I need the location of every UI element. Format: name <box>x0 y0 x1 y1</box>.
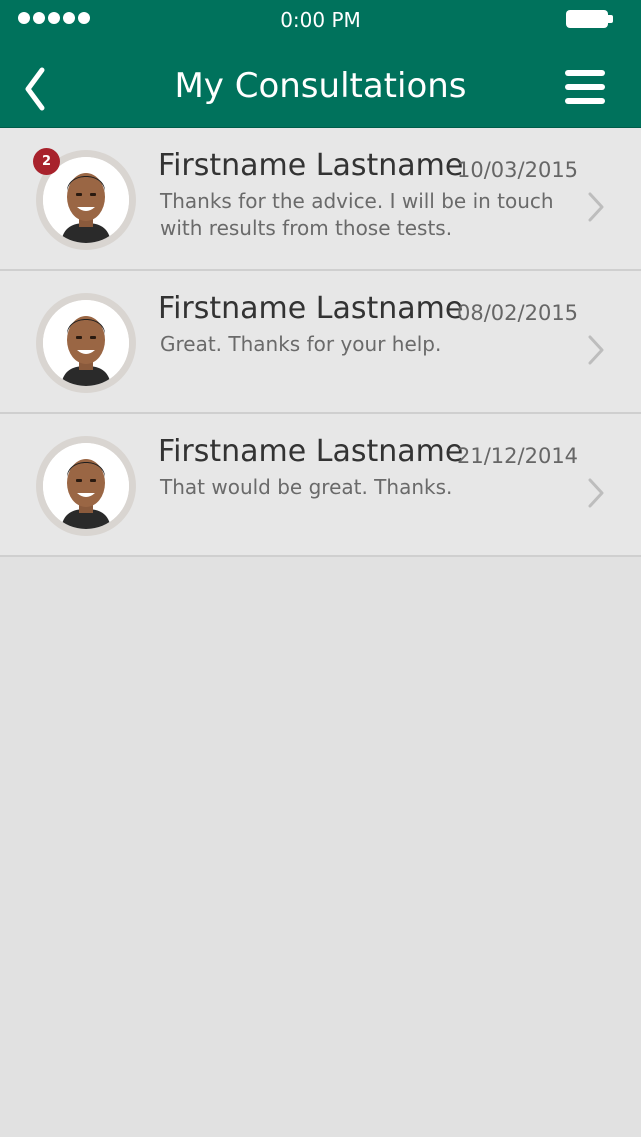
app-header: 0:00 PM My Consultations <box>0 0 641 128</box>
menu-button[interactable] <box>562 68 608 108</box>
contact-name: Firstname Lastname <box>158 291 464 326</box>
consultation-date: 08/02/2015 <box>457 301 579 325</box>
page-title: My Consultations <box>174 66 467 106</box>
battery-icon <box>566 10 613 28</box>
message-preview: Great. Thanks for your help. <box>160 332 442 356</box>
contact-name: Firstname Lastname <box>158 434 464 469</box>
consultations-screen: 0:00 PM My Consultations 2 Firstname Las… <box>0 0 641 1137</box>
chevron-right-icon <box>588 192 604 222</box>
message-preview: Thanks for the advice. I will be in touc… <box>160 189 554 240</box>
doctor-photo-icon <box>43 443 129 529</box>
consultation-row[interactable]: 2 Firstname Lastname 10/03/2015 Thanks f… <box>0 128 641 271</box>
consultation-list: 2 Firstname Lastname 10/03/2015 Thanks f… <box>0 128 641 557</box>
consultation-row[interactable]: Firstname Lastname 21/12/2014 That would… <box>0 414 641 557</box>
message-preview: That would be great. Thanks. <box>160 475 453 499</box>
consultation-date: 21/12/2014 <box>457 444 579 468</box>
chevron-right-icon <box>588 478 604 508</box>
status-time: 0:00 PM <box>280 8 361 32</box>
contact-name: Firstname Lastname <box>158 148 464 183</box>
consultation-row[interactable]: Firstname Lastname 08/02/2015 Great. Tha… <box>0 271 641 414</box>
avatar <box>36 293 136 393</box>
doctor-photo-icon <box>43 300 129 386</box>
avatar <box>36 436 136 536</box>
chevron-right-icon <box>588 335 604 365</box>
unread-badge: 2 <box>33 148 60 175</box>
consultation-date: 10/03/2015 <box>457 158 579 182</box>
